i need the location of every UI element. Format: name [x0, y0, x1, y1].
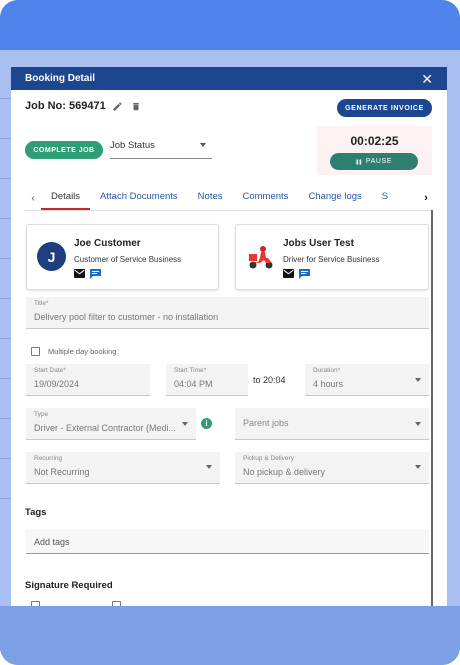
multiple-day-label: Multiple day booking	[48, 347, 117, 356]
tags-section-title: Tags	[25, 507, 47, 518]
chevron-down-icon	[206, 465, 212, 469]
start-date-label: Start Date*	[34, 367, 66, 374]
timer-panel: 00:02:25 PAUSE	[317, 126, 432, 175]
recurring-value: Not Recurring	[34, 467, 90, 477]
screenshot-frame: Booking Detail ✕ Job No: 569471 GENERATE…	[0, 0, 460, 665]
chevron-down-icon	[182, 422, 188, 426]
start-time-field[interactable]: Start Time* 04:04 PM	[166, 364, 248, 396]
customer-card[interactable]: J Joe Customer Customer of Service Busin…	[26, 224, 219, 290]
assignee-subtitle: Driver for Service Business	[283, 255, 380, 264]
signature-checkbox[interactable]	[112, 601, 121, 606]
type-select[interactable]: Type Driver - External Contractor (Medi.…	[26, 408, 196, 440]
app-top-bar	[0, 0, 460, 50]
complete-job-button[interactable]: COMPLETE JOB	[25, 141, 103, 159]
parent-jobs-placeholder: Parent jobs	[243, 418, 289, 428]
pickup-delivery-value: No pickup & delivery	[243, 467, 326, 477]
email-icon[interactable]	[74, 269, 85, 278]
tab-change-logs[interactable]: Change logs	[298, 186, 371, 210]
chat-icon[interactable]	[90, 269, 101, 279]
title-field-label: Title*	[34, 300, 49, 307]
pause-label: PAUSE	[365, 158, 393, 165]
job-number: Job No: 569471	[25, 100, 106, 112]
assignee-name: Jobs User Test	[283, 238, 354, 249]
tab-attach-documents[interactable]: Attach Documents	[90, 186, 188, 210]
multiple-day-row: Multiple day booking	[31, 347, 116, 356]
assignee-contact-icons	[283, 269, 310, 279]
booking-detail-dialog: Booking Detail ✕ Job No: 569471 GENERATE…	[11, 67, 447, 606]
delivery-scooter-icon	[249, 246, 273, 269]
end-time-label: to 20:04	[253, 375, 286, 385]
duration-value: 4 hours	[313, 379, 344, 389]
customer-contact-icons	[74, 269, 101, 279]
duration-label: Duration*	[313, 367, 341, 374]
scrollbar[interactable]	[431, 210, 433, 606]
chevron-down-icon	[415, 465, 421, 469]
tab-partial[interactable]: S	[372, 186, 398, 210]
pause-button[interactable]: PAUSE	[330, 153, 418, 170]
chevron-down-icon	[200, 143, 206, 147]
dialog-title: Booking Detail	[25, 73, 96, 84]
recurring-label: Recurring	[34, 455, 63, 462]
type-label: Type	[34, 411, 49, 418]
tabs-next-arrow-icon[interactable]: ›	[419, 186, 433, 210]
job-number-row: Job No: 569471	[25, 100, 142, 112]
customer-avatar: J	[37, 242, 66, 271]
type-value: Driver - External Contractor (Medi...	[34, 423, 177, 433]
close-icon[interactable]: ✕	[421, 72, 433, 86]
assignee-card[interactable]: Jobs User Test Driver for Service Busine…	[235, 224, 429, 290]
dialog-header: Booking Detail ✕	[11, 67, 447, 90]
tab-bar: ‹ Details Attach Documents Notes Comment…	[25, 186, 433, 210]
tags-input[interactable]: Add tags	[26, 529, 429, 554]
tab-details[interactable]: Details	[41, 186, 91, 210]
customer-name: Joe Customer	[74, 238, 141, 249]
job-status-label: Job Status	[110, 140, 155, 151]
timer-value: 00:02:25	[350, 134, 399, 148]
start-time-label: Start Time*	[174, 367, 207, 374]
signature-options	[31, 601, 121, 606]
job-status-select[interactable]: Job Status	[110, 137, 212, 159]
start-date-field[interactable]: Start Date* 19/09/2024	[26, 364, 150, 396]
page-bottom-area	[0, 606, 460, 665]
pause-icon	[356, 159, 362, 164]
tabs-prev-arrow-icon[interactable]: ‹	[25, 193, 41, 204]
customer-subtitle: Customer of Service Business	[74, 255, 182, 264]
signature-checkbox[interactable]	[31, 601, 40, 606]
parent-jobs-select[interactable]: Parent jobs	[235, 408, 429, 440]
start-date-value: 19/09/2024	[34, 379, 80, 389]
multiple-day-checkbox[interactable]	[31, 347, 40, 356]
start-time-value: 04:04 PM	[174, 379, 213, 389]
tab-comments[interactable]: Comments	[233, 186, 299, 210]
title-field[interactable]: Title* Delivery pool filter to customer …	[26, 297, 429, 329]
tab-notes[interactable]: Notes	[188, 186, 233, 210]
recurring-select[interactable]: Recurring Not Recurring	[26, 452, 220, 484]
chat-icon[interactable]	[299, 269, 310, 279]
signature-section-title: Signature Required	[25, 580, 113, 591]
generate-invoice-button[interactable]: GENERATE INVOICE	[337, 99, 432, 117]
title-field-value: Delivery pool filter to customer - no in…	[34, 312, 219, 322]
email-icon[interactable]	[283, 269, 294, 278]
tab-divider	[25, 210, 433, 211]
chevron-down-icon	[415, 378, 421, 382]
pickup-delivery-select[interactable]: Pickup & Delivery No pickup & delivery	[235, 452, 429, 484]
trash-icon[interactable]	[130, 100, 142, 112]
duration-select[interactable]: Duration* 4 hours	[305, 364, 429, 396]
edit-pencil-icon[interactable]	[112, 100, 124, 112]
chevron-down-icon	[415, 422, 421, 426]
pickup-delivery-label: Pickup & Delivery	[243, 455, 294, 462]
info-icon[interactable]: i	[201, 418, 212, 429]
